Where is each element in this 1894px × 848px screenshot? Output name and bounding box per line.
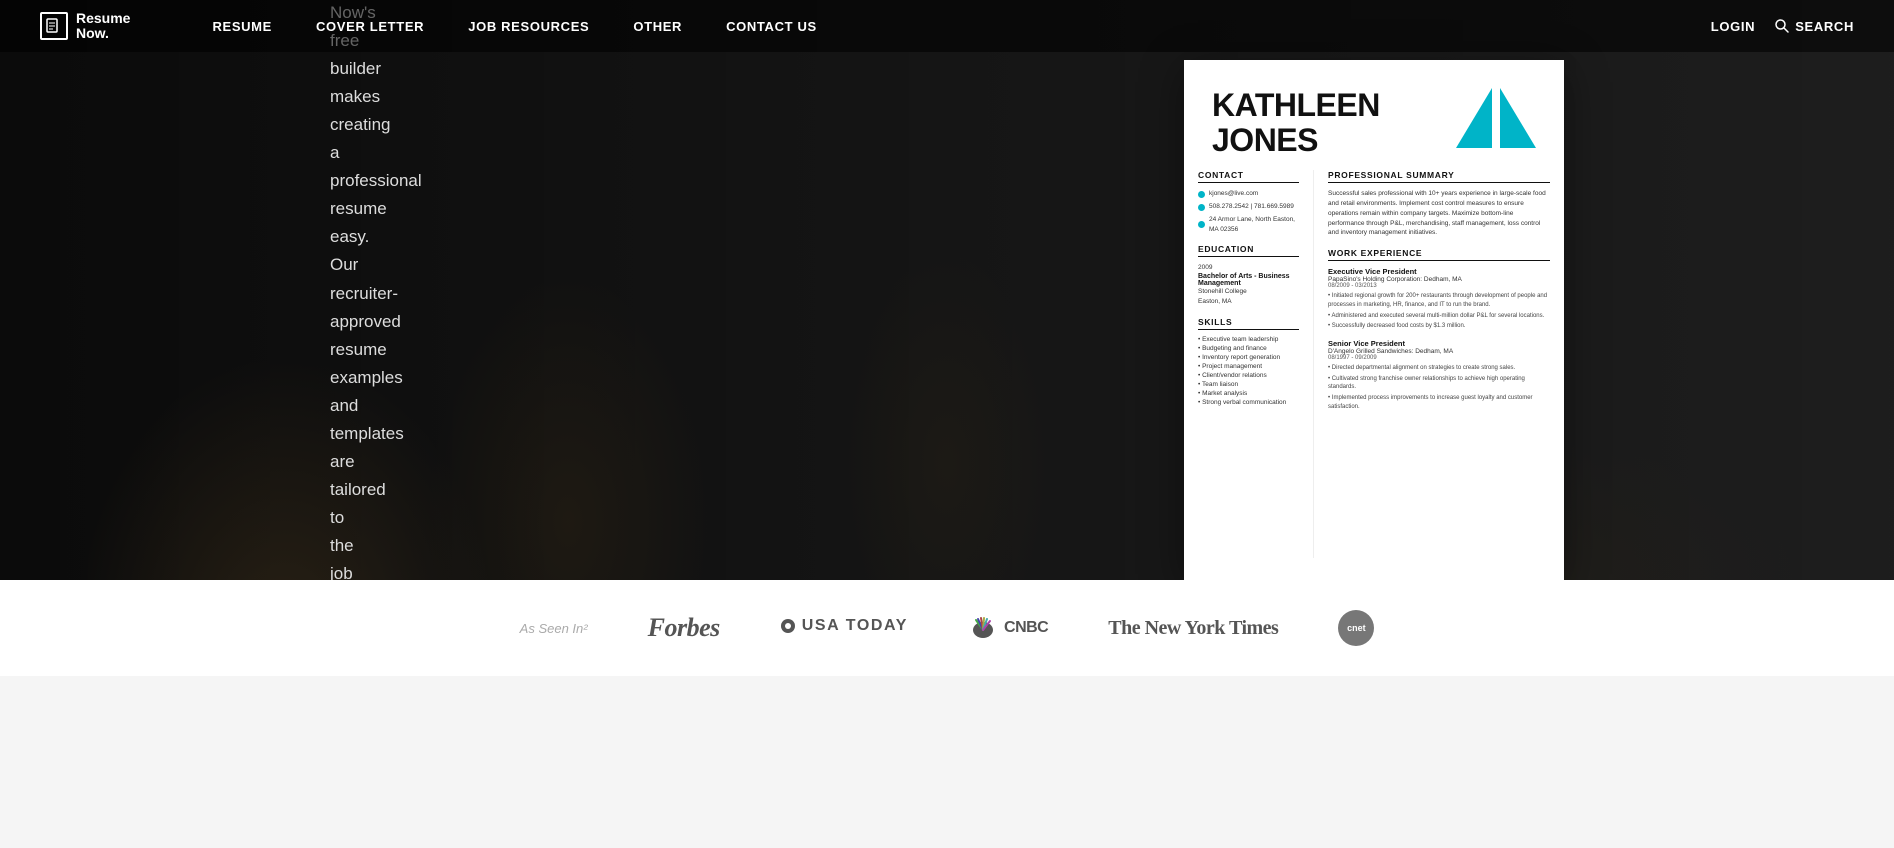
nyt-logo: The New York Times [1108,617,1278,640]
hero-section: Get an Interview-Winning Resume in Minut… [0,0,1894,580]
job-bullet: Initiated regional growth for 200+ resta… [1328,292,1550,309]
skills-list: Executive team leadership Budgeting and f… [1198,336,1299,406]
job1: Executive Vice President PapaSino's Hold… [1328,267,1550,331]
resume-preview-card: KATHLEEN JONES CONTACT kjones@live.com [1184,60,1564,580]
resume-phone: 508.278.2542 | 781.669.5989 [1198,202,1299,212]
job1-bullets: Initiated regional growth for 200+ resta… [1328,292,1550,331]
job-bullet: Administered and executed several multi-… [1328,312,1550,321]
skill-item: Client/vendor relations [1198,372,1299,379]
job-bullet: Successfully decreased food costs by $1.… [1328,322,1550,331]
nav-search[interactable]: SEARCH [1775,19,1854,34]
skill-item: Team liaison [1198,381,1299,388]
resume-right-column: PROFESSIONAL SUMMARY Successful sales pr… [1314,170,1564,558]
nav-contact-us[interactable]: CONTACT US [704,0,839,52]
resume-name: KATHLEEN JONES [1212,88,1380,158]
skill-item: Inventory report generation [1198,354,1299,361]
job-bullet: Implemented process improvements to incr… [1328,394,1550,411]
job-bullet: Cultivated strong franchise owner relati… [1328,375,1550,392]
resume-address: 24 Armor Lane, North Easton, MA 02356 [1198,215,1299,235]
as-seen-in-section: As Seen In² Forbes USA TODAY CNBC The Ne… [0,580,1894,676]
skill-item: Market analysis [1198,390,1299,397]
nav-cover-letter[interactable]: COVER LETTER [294,0,446,52]
prof-summary-title: PROFESSIONAL SUMMARY [1328,170,1550,183]
education-section-title: EDUCATION [1198,244,1299,257]
as-seen-label: As Seen In² [520,621,588,636]
usatoday-icon [780,618,796,634]
cnbc-peacock-icon [968,616,998,640]
work-section-title: WORK EXPERIENCE [1328,248,1550,261]
navbar: Resume Now. RESUME COVER LETTER JOB RESO… [0,0,1894,52]
hero-subtitle: Resume Now's free builder makes creating… [330,0,340,580]
usatoday-logo: USA TODAY [780,617,908,639]
search-icon [1775,19,1789,33]
contact-section-title: CONTACT [1198,170,1299,183]
hero-content: Get an Interview-Winning Resume in Minut… [0,0,900,580]
forbes-logo: Forbes [648,613,720,643]
skill-item: Project management [1198,363,1299,370]
resume-decoration [1456,88,1536,148]
job2: Senior Vice President D'Angelo Grilled S… [1328,339,1550,411]
nav-job-resources[interactable]: JOB RESOURCES [446,0,611,52]
resume-email: kjones@live.com [1198,189,1299,199]
logo-text: Resume Now. [76,11,130,42]
logo-icon [40,12,68,40]
cnet-logo: cnet [1338,610,1374,646]
resume-body: CONTACT kjones@live.com 508.278.2542 | 7… [1184,158,1564,558]
nav-links: RESUME COVER LETTER JOB RESOURCES OTHER … [190,0,1710,52]
cnbc-logo: CNBC [968,616,1048,640]
job-bullet: Directed departmental alignment on strat… [1328,364,1550,373]
nav-resume[interactable]: RESUME [190,0,294,52]
nav-login[interactable]: LOGIN [1711,19,1755,34]
resume-left-column: CONTACT kjones@live.com 508.278.2542 | 7… [1184,170,1314,558]
resume-header: KATHLEEN JONES [1184,60,1564,158]
skill-item: Strong verbal communication [1198,399,1299,406]
skill-item: Budgeting and finance [1198,345,1299,352]
skill-item: Executive team leadership [1198,336,1299,343]
job2-bullets: Directed departmental alignment on strat… [1328,364,1550,411]
skills-section-title: SKILLS [1198,317,1299,330]
nav-right: LOGIN SEARCH [1711,19,1854,34]
logo[interactable]: Resume Now. [40,11,130,42]
nav-other[interactable]: OTHER [611,0,704,52]
